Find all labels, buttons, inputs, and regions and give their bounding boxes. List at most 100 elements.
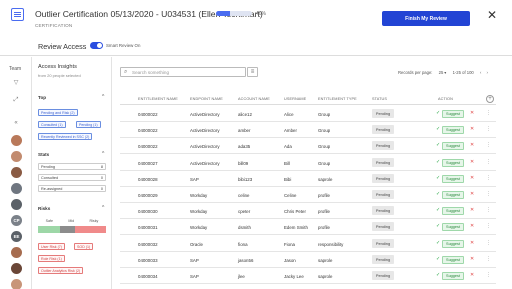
revoke-icon[interactable]: ✕ (470, 223, 474, 229)
avatar[interactable] (11, 183, 22, 194)
more-options-icon[interactable]: ⋮ (486, 207, 491, 213)
suggest-button[interactable]: Suggest (442, 223, 464, 232)
chip-consulted[interactable]: Consulted (1) (38, 121, 66, 128)
stat-consulted[interactable]: Consulted 0 (38, 174, 106, 181)
table-row[interactable]: 04000030 Workday cpeter Chris Peter profile P… (120, 203, 496, 220)
check-icon[interactable]: ✓ (436, 256, 440, 262)
table-row[interactable]: 04000034 SAP jlee Jacky Lee saprole Pending ✓ S… (120, 268, 496, 284)
smart-review-toggle[interactable] (90, 42, 103, 49)
records-per-page-select[interactable]: 25 (439, 70, 444, 75)
avatar[interactable] (11, 135, 22, 146)
col-entitlement-name[interactable]: ENTITLEMENT NAME (138, 97, 178, 101)
more-options-icon[interactable]: ⋮ (486, 191, 491, 197)
suggest-button[interactable]: Suggest (442, 255, 464, 264)
chip-pending-risk[interactable]: Pending and Risk (2) (38, 109, 78, 116)
col-entitlement-type[interactable]: ENTITLEMENT TYPE (318, 97, 357, 101)
stat-reassigned[interactable]: Re-assigned 0 (38, 185, 106, 192)
revoke-icon[interactable]: ✕ (470, 207, 474, 213)
chip-pending[interactable]: Pending (1) (76, 121, 101, 128)
suggest-button[interactable]: Suggest (442, 158, 464, 167)
avatar[interactable] (11, 247, 22, 258)
check-icon[interactable]: ✓ (436, 223, 440, 229)
more-options-icon[interactable]: ⋮ (486, 256, 491, 262)
avatar[interactable]: EE (11, 231, 22, 242)
suggest-button[interactable]: Suggest (442, 239, 464, 248)
suggest-button[interactable]: Suggest (442, 142, 464, 151)
revoke-icon[interactable]: ✕ (470, 175, 474, 181)
table-row[interactable]: 04000027 ActiveDirectory bill09 Bill Group Pe… (120, 155, 496, 171)
chip-recently-reviewed[interactable]: Recently Reviewed in SSC (2) (38, 133, 93, 140)
revoke-icon[interactable]: ✕ (470, 142, 474, 148)
col-account-name[interactable]: ACCOUNT NAME (238, 97, 270, 101)
revoke-icon[interactable]: ✕ (470, 126, 474, 132)
chevron-up-icon[interactable]: ^ (102, 151, 104, 157)
check-icon[interactable]: ✓ (436, 110, 440, 116)
check-icon[interactable]: ✓ (436, 142, 440, 148)
filter-settings-button[interactable]: ≡ (247, 67, 258, 77)
risk-segment-safe[interactable] (38, 226, 61, 233)
check-icon[interactable]: ✓ (436, 191, 440, 197)
check-icon[interactable]: ✓ (436, 159, 440, 165)
table-row[interactable]: 04000032 Oracle fiona Fiona responsibility Pe… (120, 236, 496, 252)
check-icon[interactable]: ✓ (436, 272, 440, 278)
risk-distribution-bar[interactable] (38, 226, 106, 233)
chevron-down-icon[interactable]: ▾ (444, 70, 446, 75)
check-icon[interactable]: ✓ (436, 240, 440, 246)
collapse-icon[interactable]: « (12, 120, 20, 126)
col-endpoint-name[interactable]: ENDPOINT NAME (190, 97, 223, 101)
revoke-icon[interactable]: ✕ (470, 159, 474, 165)
table-row[interactable]: 04000029 Workday celine Celine profile Pendin… (120, 187, 496, 203)
suggest-button[interactable]: Suggest (442, 126, 464, 135)
next-page-icon[interactable]: › (487, 70, 488, 75)
more-options-icon[interactable]: ⋮ (486, 223, 491, 229)
chevron-up-icon[interactable]: ^ (102, 94, 104, 100)
table-row[interactable]: 04000022 ActiveDirectory ada35 Ada Group Pend… (120, 138, 496, 155)
col-username[interactable]: USERNAME (284, 97, 306, 101)
avatar[interactable]: CP (11, 215, 22, 226)
revoke-icon[interactable]: ✕ (470, 191, 474, 197)
suggest-button[interactable]: Suggest (442, 191, 464, 199)
suggest-button[interactable]: Suggest (442, 207, 464, 216)
chevron-up-icon[interactable]: ^ (102, 205, 104, 211)
close-icon[interactable]: ✕ (487, 9, 497, 21)
chip-user-risk[interactable]: User Risk (7) (38, 243, 65, 250)
col-action[interactable]: ACTION (438, 97, 453, 101)
more-options-icon[interactable]: ⋮ (486, 110, 491, 116)
suggest-button[interactable]: Suggest (442, 110, 464, 118)
table-row[interactable]: 04000031 Workday dsmith Edem Smith profile Pe… (120, 219, 496, 236)
more-options-icon[interactable]: ⋮ (486, 240, 491, 246)
avatar[interactable] (11, 199, 22, 210)
check-icon[interactable]: ✓ (436, 175, 440, 181)
stat-pending[interactable]: Pending 8 (38, 163, 106, 170)
more-options-icon[interactable]: ⋮ (486, 159, 491, 165)
table-row[interactable]: 04000022 ActiveDirectory amber Amber Group Pe… (120, 122, 496, 139)
revoke-icon[interactable]: ✕ (470, 272, 474, 278)
revoke-icon[interactable]: ✕ (470, 240, 474, 246)
avatar[interactable] (11, 151, 22, 162)
add-column-icon[interactable]: + (486, 95, 494, 103)
risk-segment-risky[interactable] (75, 226, 106, 233)
avatar[interactable] (11, 279, 22, 289)
suggest-button[interactable]: Suggest (442, 174, 464, 183)
revoke-icon[interactable]: ✕ (470, 110, 474, 116)
filter-icon[interactable]: ▽ (12, 79, 20, 86)
chip-role-risk[interactable]: Role Risk (1) (38, 255, 65, 262)
avatar[interactable] (11, 263, 22, 274)
col-status[interactable]: STATUS (372, 97, 387, 101)
more-options-icon[interactable]: ⋮ (486, 272, 491, 278)
table-row[interactable]: 04000033 SAP jason56 Jason saprole Pending ✓ Su… (120, 252, 496, 268)
more-options-icon[interactable]: ⋮ (486, 126, 491, 132)
table-row[interactable]: 04000028 SAP bibi123 Bibi saprole Pending ✓ Sug… (120, 171, 496, 187)
check-icon[interactable]: ✓ (436, 126, 440, 132)
search-input[interactable]: ⌕ Search something (120, 67, 246, 77)
chip-sod[interactable]: SOD (1) (74, 243, 94, 250)
avatar[interactable] (11, 167, 22, 178)
suggest-button[interactable]: Suggest (442, 272, 464, 280)
table-row[interactable]: 04000022 ActiveDirectory alice12 Alice Group… (120, 106, 496, 122)
more-options-icon[interactable]: ⋮ (486, 142, 491, 148)
finish-review-button[interactable]: Finish My Review (382, 11, 470, 26)
revoke-icon[interactable]: ✕ (470, 256, 474, 262)
chip-outlier-analytics-risk[interactable]: Outlier Analytics Risk (2) (38, 267, 84, 274)
expand-icon[interactable]: ⤢ (12, 97, 20, 104)
risk-segment-mid[interactable] (60, 226, 76, 233)
